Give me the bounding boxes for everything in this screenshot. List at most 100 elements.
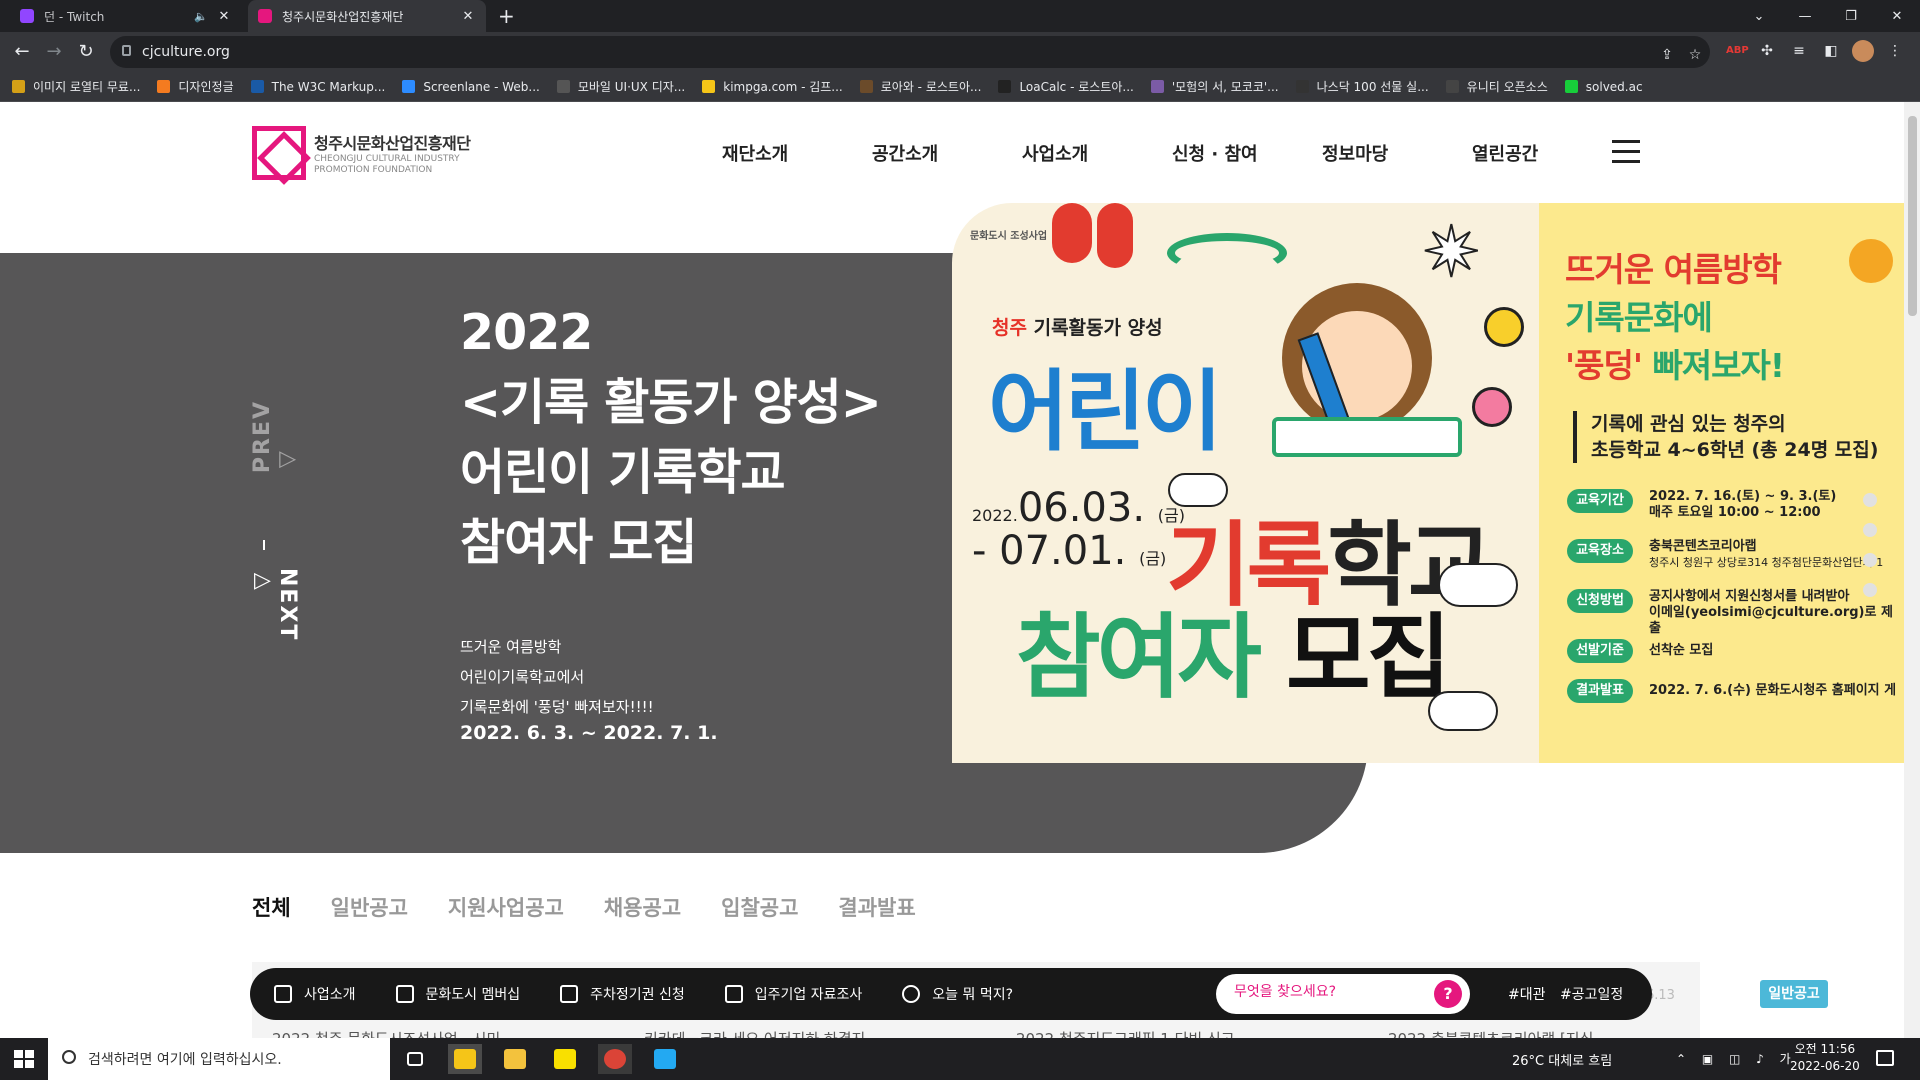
hero-title-line: <기록 활동가 양성> — [460, 374, 882, 431]
bookmark-item[interactable]: '모험의 서, 모코코'... — [1150, 78, 1279, 95]
nav-item-open[interactable]: 열린공간 — [1472, 140, 1622, 166]
search-input[interactable] — [1234, 984, 1434, 1000]
bookmark-star-icon[interactable]: ☆ — [1684, 44, 1706, 66]
bookmark-item[interactable]: kimpga.com - 김프... — [702, 78, 843, 95]
task-view-icon[interactable] — [398, 1044, 432, 1074]
card-title[interactable]: 2022 청주지도그래픽 1 다빈 신고... — [1016, 1028, 1249, 1038]
share-icon[interactable]: ⇪ — [1656, 44, 1678, 66]
bookmark-label: 로아와 - 로스트아... — [880, 80, 982, 94]
extensions-icon[interactable]: ✣ — [1756, 40, 1778, 62]
windows-start-icon[interactable] — [14, 1050, 34, 1068]
bookmark-favicon-icon — [157, 80, 171, 93]
bookmark-item[interactable]: 유니티 오픈소스 — [1445, 78, 1548, 95]
next-button[interactable]: NEXT ▷ — [250, 568, 300, 641]
prev-button[interactable]: PREV ◁ — [250, 400, 300, 473]
speaker-icon[interactable]: 🔈 — [194, 10, 208, 23]
site-logo[interactable]: 청주시문화산업진흥재단 CHEONGJU CULTURAL INDUSTRY P… — [252, 126, 471, 180]
bookmark-item[interactable]: LoaCalc - 로스트아... — [998, 78, 1134, 95]
media-icon[interactable]: ≡ — [1788, 40, 1810, 62]
flower-illustration — [1472, 387, 1512, 427]
address-bar[interactable]: cjculture.org ⇪ ☆ — [110, 36, 1710, 68]
quick-item-membership[interactable]: 문화도시 멤버십 — [395, 984, 520, 1004]
hamburger-menu-icon[interactable] — [1612, 140, 1640, 164]
quick-item-survey[interactable]: 입주기업 자료조사 — [724, 984, 862, 1004]
new-tab-button[interactable]: + — [498, 4, 515, 28]
bookmark-item[interactable]: Screenlane - Web... — [402, 80, 540, 94]
nav-item-info[interactable]: 정보마당 — [1322, 140, 1472, 166]
back-icon[interactable]: ← — [10, 40, 34, 64]
taskbar-clock[interactable]: 오전 11:56 2022-06-20 — [1790, 1041, 1860, 1075]
hashtag-schedule[interactable]: #공고일정 — [1560, 987, 1623, 1003]
kakaotalk-icon[interactable] — [548, 1044, 582, 1074]
sidepanel-icon[interactable]: ◧ — [1820, 40, 1842, 62]
scrollbar-thumb[interactable] — [1908, 116, 1917, 316]
poster-date1: 06.03. — [1017, 485, 1146, 531]
bookmark-label: Screenlane - Web... — [423, 79, 540, 94]
notification-icon[interactable] — [1876, 1050, 1894, 1066]
slider-dot[interactable] — [1863, 553, 1877, 567]
weather-widget[interactable]: 26°C 대체로 흐림 — [1512, 1050, 1612, 1069]
hashtag-rental[interactable]: #대관 — [1508, 987, 1546, 1003]
forward-icon[interactable]: → — [42, 40, 66, 64]
poster-subtitle-city: 청주 — [992, 317, 1027, 339]
minimize-button[interactable]: — — [1782, 0, 1828, 32]
vscode-icon[interactable] — [648, 1044, 682, 1074]
book-illustration — [1272, 417, 1462, 457]
quick-item-business[interactable]: 사업소개 — [274, 984, 356, 1004]
bookmark-item[interactable]: 모바일 UI·UX 디자... — [556, 78, 685, 95]
page-scrollbar[interactable] — [1904, 102, 1920, 1038]
tab-results[interactable]: 결과발표 — [838, 892, 915, 922]
card-category-badge[interactable]: 일반공고 — [1760, 980, 1828, 1008]
bookmark-item[interactable]: The W3C Markup... — [250, 80, 385, 94]
food-icon — [902, 985, 921, 1003]
tab-search-icon[interactable]: ⌄ — [1736, 0, 1782, 32]
grid-icon — [274, 985, 292, 1003]
file-explorer-icon[interactable] — [498, 1044, 532, 1074]
hero-title-line: 2022 — [460, 304, 593, 361]
nav-item-apply[interactable]: 신청 · 참여 — [1172, 140, 1322, 166]
tab-twitch[interactable]: 던 - Twitch 🔈 ✕ — [10, 0, 242, 32]
car-icon — [560, 985, 579, 1003]
card-title[interactable]: 2022 충북콘텐츠코리아랩 [지식... — [1388, 1028, 1608, 1038]
reload-icon[interactable]: ↻ — [74, 40, 98, 64]
hero-poster-image[interactable]: 문화도시 조성사업 ✷ 청주 기록활동가 양성 어린이 2022.06.03. … — [952, 203, 1904, 763]
quick-item-food[interactable]: 오늘 뭐 먹지? — [902, 984, 1013, 1004]
bookmark-item[interactable]: 디자인정글 — [157, 78, 234, 95]
quick-item-label: 주차정기권 신청 — [590, 987, 685, 1003]
tab-cjculture[interactable]: 청주시문화산업진흥재단 ✕ — [248, 0, 486, 32]
nav-item-business[interactable]: 사업소개 — [1022, 140, 1172, 166]
tab-bidding[interactable]: 입찰공고 — [721, 892, 798, 922]
slider-dot[interactable] — [1863, 493, 1877, 507]
clock-time: 오전 11:56 — [1794, 1042, 1856, 1056]
quick-item-parking[interactable]: 주차정기권 신청 — [560, 984, 685, 1004]
bookmark-item[interactable]: 이미지 로열티 무료... — [12, 78, 140, 95]
close-tab-icon[interactable]: ✕ — [216, 9, 232, 24]
bookmark-item[interactable]: 나스닥 100 선물 실... — [1295, 78, 1429, 95]
tab-hiring[interactable]: 채용공고 — [604, 892, 681, 922]
bookmark-item[interactable]: solved.ac — [1564, 80, 1643, 94]
bookmark-favicon-icon — [859, 80, 873, 93]
taskbar-search[interactable]: 검색하려면 여기에 입력하십시오. — [48, 1038, 390, 1080]
adblock-icon[interactable]: ABP — [1726, 40, 1749, 62]
quick-menu-bar: 사업소개 문화도시 멤버십 주차정기권 신청 입주기업 자료조사 오늘 뭐 먹지… — [250, 968, 1652, 1020]
system-tray-icons[interactable]: ⌃ ▣ ◫ ♪ 가 — [1676, 1050, 1797, 1067]
profile-avatar[interactable] — [1852, 40, 1874, 62]
poster-info-row: 선발기준 선착순 모집 — [1567, 639, 1713, 663]
nav-item-foundation[interactable]: 재단소개 — [722, 140, 872, 166]
question-icon[interactable]: ? — [1434, 980, 1462, 1008]
chrome-icon[interactable] — [598, 1044, 632, 1074]
tab-general[interactable]: 일반공고 — [331, 892, 408, 922]
bookmark-item[interactable]: 로아와 - 로스트아... — [859, 78, 982, 95]
window-close-button[interactable]: ✕ — [1874, 0, 1920, 32]
card-title[interactable]: 2022 청주 문화도시조성사업 - 시민... — [272, 1028, 515, 1038]
slider-dot[interactable] — [1863, 583, 1877, 597]
tab-support[interactable]: 지원사업공고 — [448, 892, 564, 922]
sticky-notes-icon[interactable] — [448, 1044, 482, 1074]
menu-kebab-icon[interactable]: ⋮ — [1884, 40, 1906, 62]
close-tab-icon[interactable]: ✕ — [460, 9, 476, 24]
slider-dot[interactable] — [1863, 523, 1877, 537]
nav-item-space[interactable]: 공간소개 — [872, 140, 1022, 166]
restore-button[interactable]: ❐ — [1828, 0, 1874, 32]
card-title[interactable]: 키카데ㅡ크라 세요 어저지하 하결지... — [644, 1028, 880, 1038]
tab-all[interactable]: 전체 — [252, 892, 291, 922]
